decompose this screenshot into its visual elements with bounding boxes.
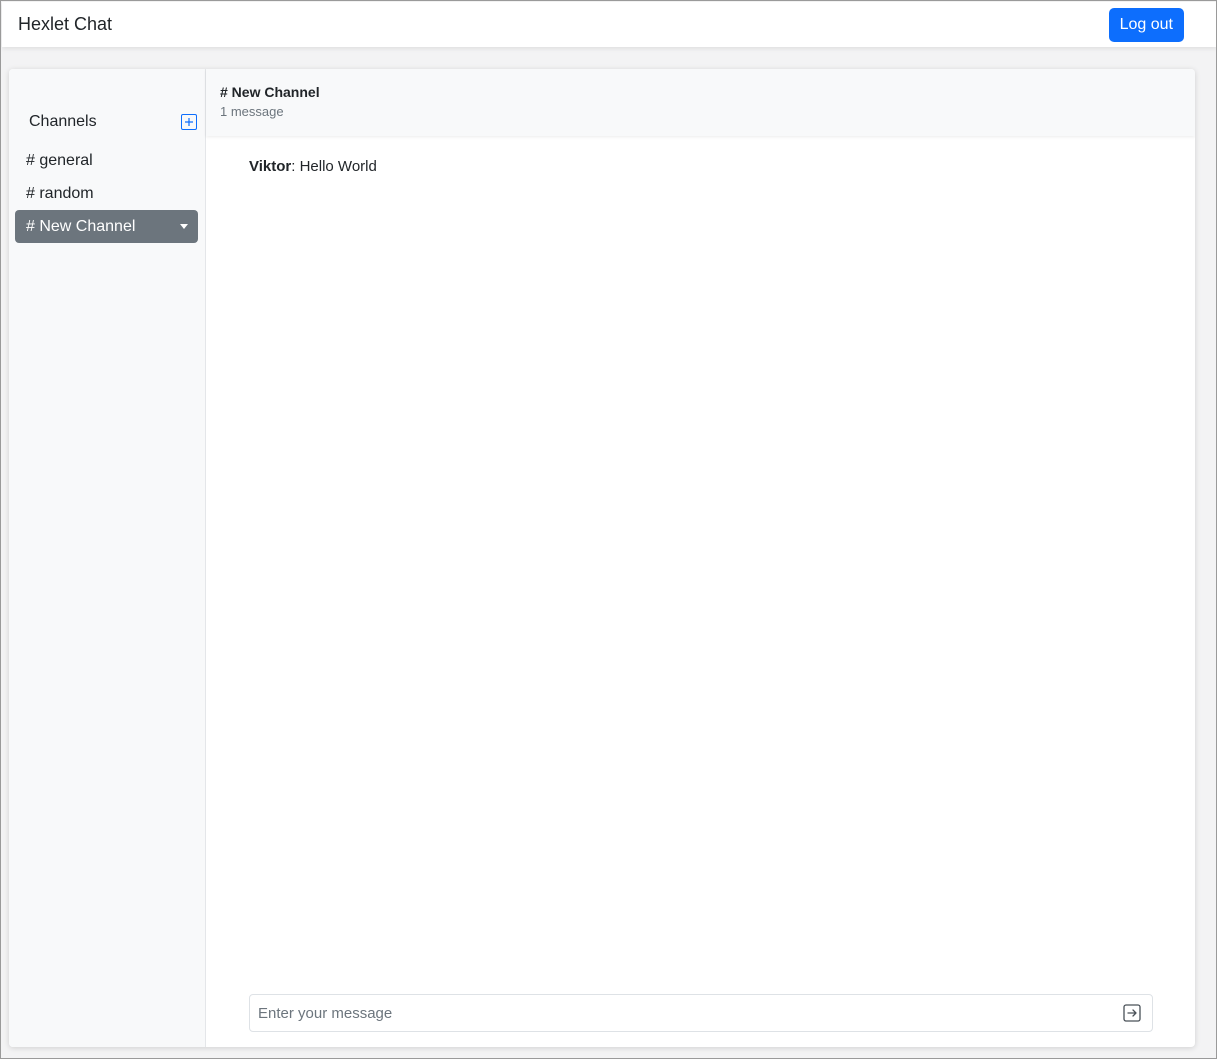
channel-item-new-channel[interactable]: # New Channel: [15, 210, 198, 243]
chat-main: # New Channel 1 message Viktor: Hello Wo…: [206, 69, 1195, 1047]
top-navbar: Hexlet Chat Log out: [2, 2, 1216, 47]
brand-link[interactable]: Hexlet Chat: [18, 14, 112, 35]
channel-label: # New Channel: [26, 217, 136, 235]
message-text: : Hello World: [291, 158, 377, 175]
logout-button[interactable]: Log out: [1108, 7, 1184, 42]
channel-list: # general # random # New Channel: [9, 144, 205, 243]
sidebar-header: Channels: [9, 110, 205, 134]
chat-container: Channels # general # random # New Channe…: [9, 69, 1195, 1047]
messages-list: Viktor: Hello World: [206, 136, 1195, 994]
message-count: 1 message: [220, 104, 284, 119]
channel-label: # general: [26, 151, 93, 169]
send-button[interactable]: [1112, 995, 1152, 1031]
chat-header: # New Channel 1 message: [206, 69, 1195, 136]
chat-title: # New Channel: [220, 84, 320, 100]
channel-item-general[interactable]: # general: [15, 144, 198, 177]
message-item: Viktor: Hello World: [249, 158, 1152, 176]
message-composer: [206, 994, 1195, 1047]
message-input[interactable]: [250, 995, 1112, 1031]
sidebar-title: Channels: [29, 113, 97, 130]
arrow-right-square-icon: [1123, 1004, 1141, 1022]
browser-frame: Hexlet Chat Log out Channels # general #…: [0, 0, 1217, 1059]
plus-square-icon: [185, 118, 193, 126]
channel-label: # random: [26, 184, 94, 202]
message-author: Viktor: [249, 158, 292, 175]
caret-down-icon[interactable]: [180, 224, 188, 229]
channels-sidebar: Channels # general # random # New Channe…: [9, 69, 206, 1047]
channel-item-random[interactable]: # random: [15, 177, 198, 210]
message-form: [249, 994, 1153, 1032]
add-channel-button[interactable]: [181, 114, 197, 130]
